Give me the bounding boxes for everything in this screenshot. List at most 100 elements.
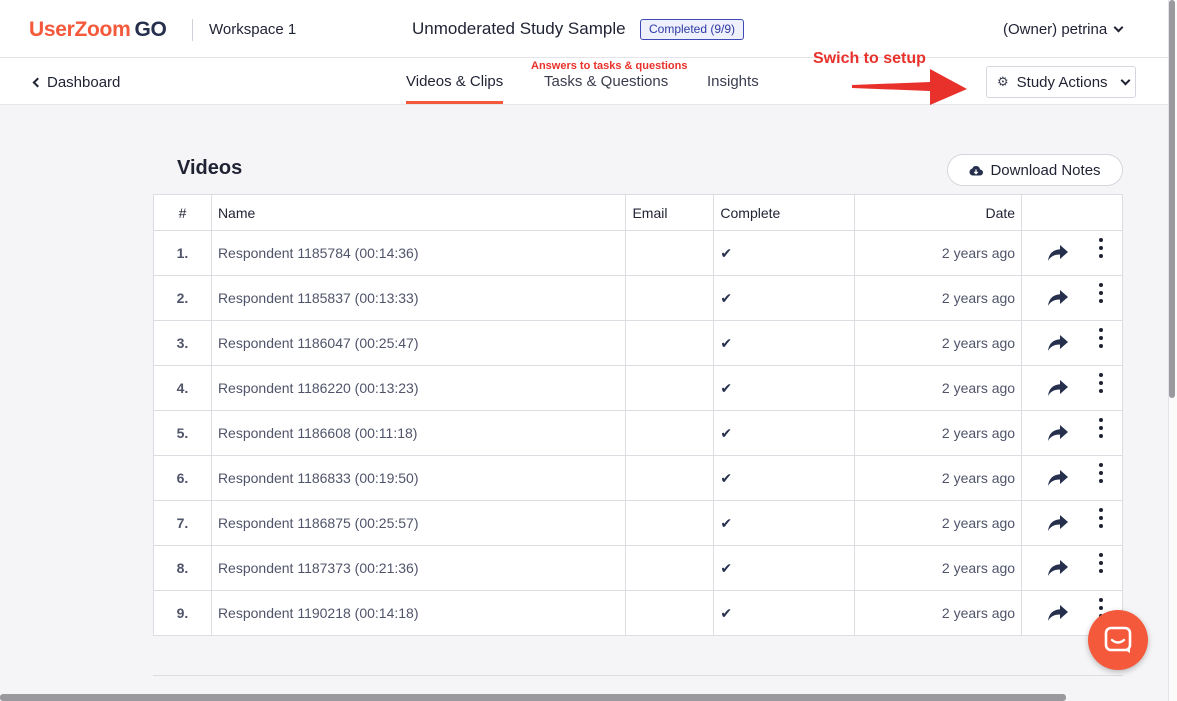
column-header-actions [1021,194,1123,231]
table-row[interactable]: 7. Respondent 1186875 (00:25:57) ✔ 2 yea… [153,500,1123,546]
row-actions [1021,410,1123,456]
tab-insights[interactable]: Insights [707,73,759,90]
row-actions [1021,320,1123,366]
owner-label: (Owner) petrina [1003,21,1108,38]
more-options-icon[interactable] [1098,463,1104,485]
row-date: 2 years ago [854,590,1023,636]
row-number: 1. [153,230,212,276]
userzoom-logo[interactable]: UserZoom GO [29,18,167,42]
complete-cell: ✔ [713,545,856,591]
chat-launcher-button[interactable] [1088,610,1148,670]
table-row[interactable]: 2. Respondent 1185837 (00:13:33) ✔ 2 yea… [153,275,1123,321]
column-header-name[interactable]: Name [210,194,627,231]
table-row[interactable]: 5. Respondent 1186608 (00:11:18) ✔ 2 yea… [153,410,1123,456]
share-arrow-icon[interactable] [1047,469,1069,487]
share-arrow-icon[interactable] [1047,559,1069,577]
active-tab-indicator [406,101,503,104]
tab-videos-clips[interactable]: Videos & Clips [406,73,503,90]
row-number: 7. [153,500,212,546]
chevron-down-icon [1120,75,1130,85]
share-arrow-icon[interactable] [1047,604,1069,622]
table-row[interactable]: 9. Respondent 1190218 (00:14:18) ✔ 2 yea… [153,590,1123,636]
respondent-email [625,590,715,636]
check-icon: ✔ [720,559,733,576]
check-icon: ✔ [720,379,733,396]
vertical-scrollbar-thumb[interactable] [1169,0,1175,398]
status-badge: Completed (9/9) [640,19,745,40]
check-icon: ✔ [720,334,733,351]
share-arrow-icon[interactable] [1047,514,1069,532]
complete-cell: ✔ [713,230,856,276]
chat-icon [1104,626,1132,653]
header-divider [192,19,193,41]
table-row[interactable]: 3. Respondent 1186047 (00:25:47) ✔ 2 yea… [153,320,1123,366]
row-date: 2 years ago [854,455,1023,501]
respondent-name[interactable]: Respondent 1186608 (00:11:18) [210,410,627,456]
row-date: 2 years ago [854,365,1023,411]
study-actions-button[interactable]: ⚙ Study Actions [986,66,1136,98]
share-arrow-icon[interactable] [1047,424,1069,442]
owner-menu[interactable]: (Owner) petrina [1003,21,1124,38]
share-arrow-icon[interactable] [1047,244,1069,262]
row-actions [1021,500,1123,546]
back-to-dashboard-link[interactable]: Dashboard [32,74,121,91]
share-arrow-icon[interactable] [1047,289,1069,307]
share-arrow-icon[interactable] [1047,379,1069,397]
cloud-download-icon [969,165,984,175]
respondent-name[interactable]: Respondent 1186047 (00:25:47) [210,320,627,366]
complete-cell: ✔ [713,365,856,411]
column-header-date[interactable]: Date [854,194,1023,231]
annotation-setup-note: Swich to setup [813,50,926,67]
more-options-icon[interactable] [1098,553,1104,575]
row-actions [1021,455,1123,501]
table-row[interactable]: 8. Respondent 1187373 (00:21:36) ✔ 2 yea… [153,545,1123,591]
row-date: 2 years ago [854,500,1023,546]
complete-cell: ✔ [713,500,856,546]
chevron-down-icon [1113,22,1124,33]
respondent-name[interactable]: Respondent 1186220 (00:13:23) [210,365,627,411]
section-divider [153,675,1123,676]
respondent-name[interactable]: Respondent 1190218 (00:14:18) [210,590,627,636]
table-row[interactable]: 6. Respondent 1186833 (00:19:50) ✔ 2 yea… [153,455,1123,501]
respondent-name[interactable]: Respondent 1185784 (00:14:36) [210,230,627,276]
check-icon: ✔ [720,514,733,531]
videos-section-title: Videos [177,157,243,179]
share-arrow-icon[interactable] [1047,334,1069,352]
row-actions [1021,230,1123,276]
more-options-icon[interactable] [1098,238,1104,260]
download-notes-button[interactable]: Download Notes [947,154,1123,186]
more-options-icon[interactable] [1098,418,1104,440]
check-icon: ✔ [720,469,733,486]
complete-cell: ✔ [713,410,856,456]
row-number: 2. [153,275,212,321]
respondent-name[interactable]: Respondent 1186875 (00:25:57) [210,500,627,546]
respondent-email [625,230,715,276]
respondent-name[interactable]: Respondent 1187373 (00:21:36) [210,545,627,591]
row-date: 2 years ago [854,320,1023,366]
respondent-email [625,320,715,366]
table-row[interactable]: 1. Respondent 1185784 (00:14:36) ✔ 2 yea… [153,230,1123,276]
back-label: Dashboard [47,74,121,91]
table-header-row: # Name Email Complete Date [153,194,1123,231]
check-icon: ✔ [720,289,733,306]
workspace-name[interactable]: Workspace 1 [209,21,296,38]
tab-tasks-questions[interactable]: Tasks & Questions [544,73,668,90]
respondent-name[interactable]: Respondent 1186833 (00:19:50) [210,455,627,501]
column-header-email[interactable]: Email [625,194,715,231]
row-date: 2 years ago [854,545,1023,591]
more-options-icon[interactable] [1098,508,1104,530]
horizontal-scrollbar-thumb[interactable] [0,694,1066,701]
column-header-complete[interactable]: Complete [713,194,856,231]
row-date: 2 years ago [854,410,1023,456]
respondent-name[interactable]: Respondent 1185837 (00:13:33) [210,275,627,321]
more-options-icon[interactable] [1098,328,1104,350]
row-date: 2 years ago [854,230,1023,276]
more-options-icon[interactable] [1098,373,1104,395]
row-actions [1021,545,1123,591]
respondent-email [625,410,715,456]
column-header-number: # [153,194,212,231]
complete-cell: ✔ [713,320,856,366]
more-options-icon[interactable] [1098,283,1104,305]
check-icon: ✔ [720,244,733,261]
table-row[interactable]: 4. Respondent 1186220 (00:13:23) ✔ 2 yea… [153,365,1123,411]
